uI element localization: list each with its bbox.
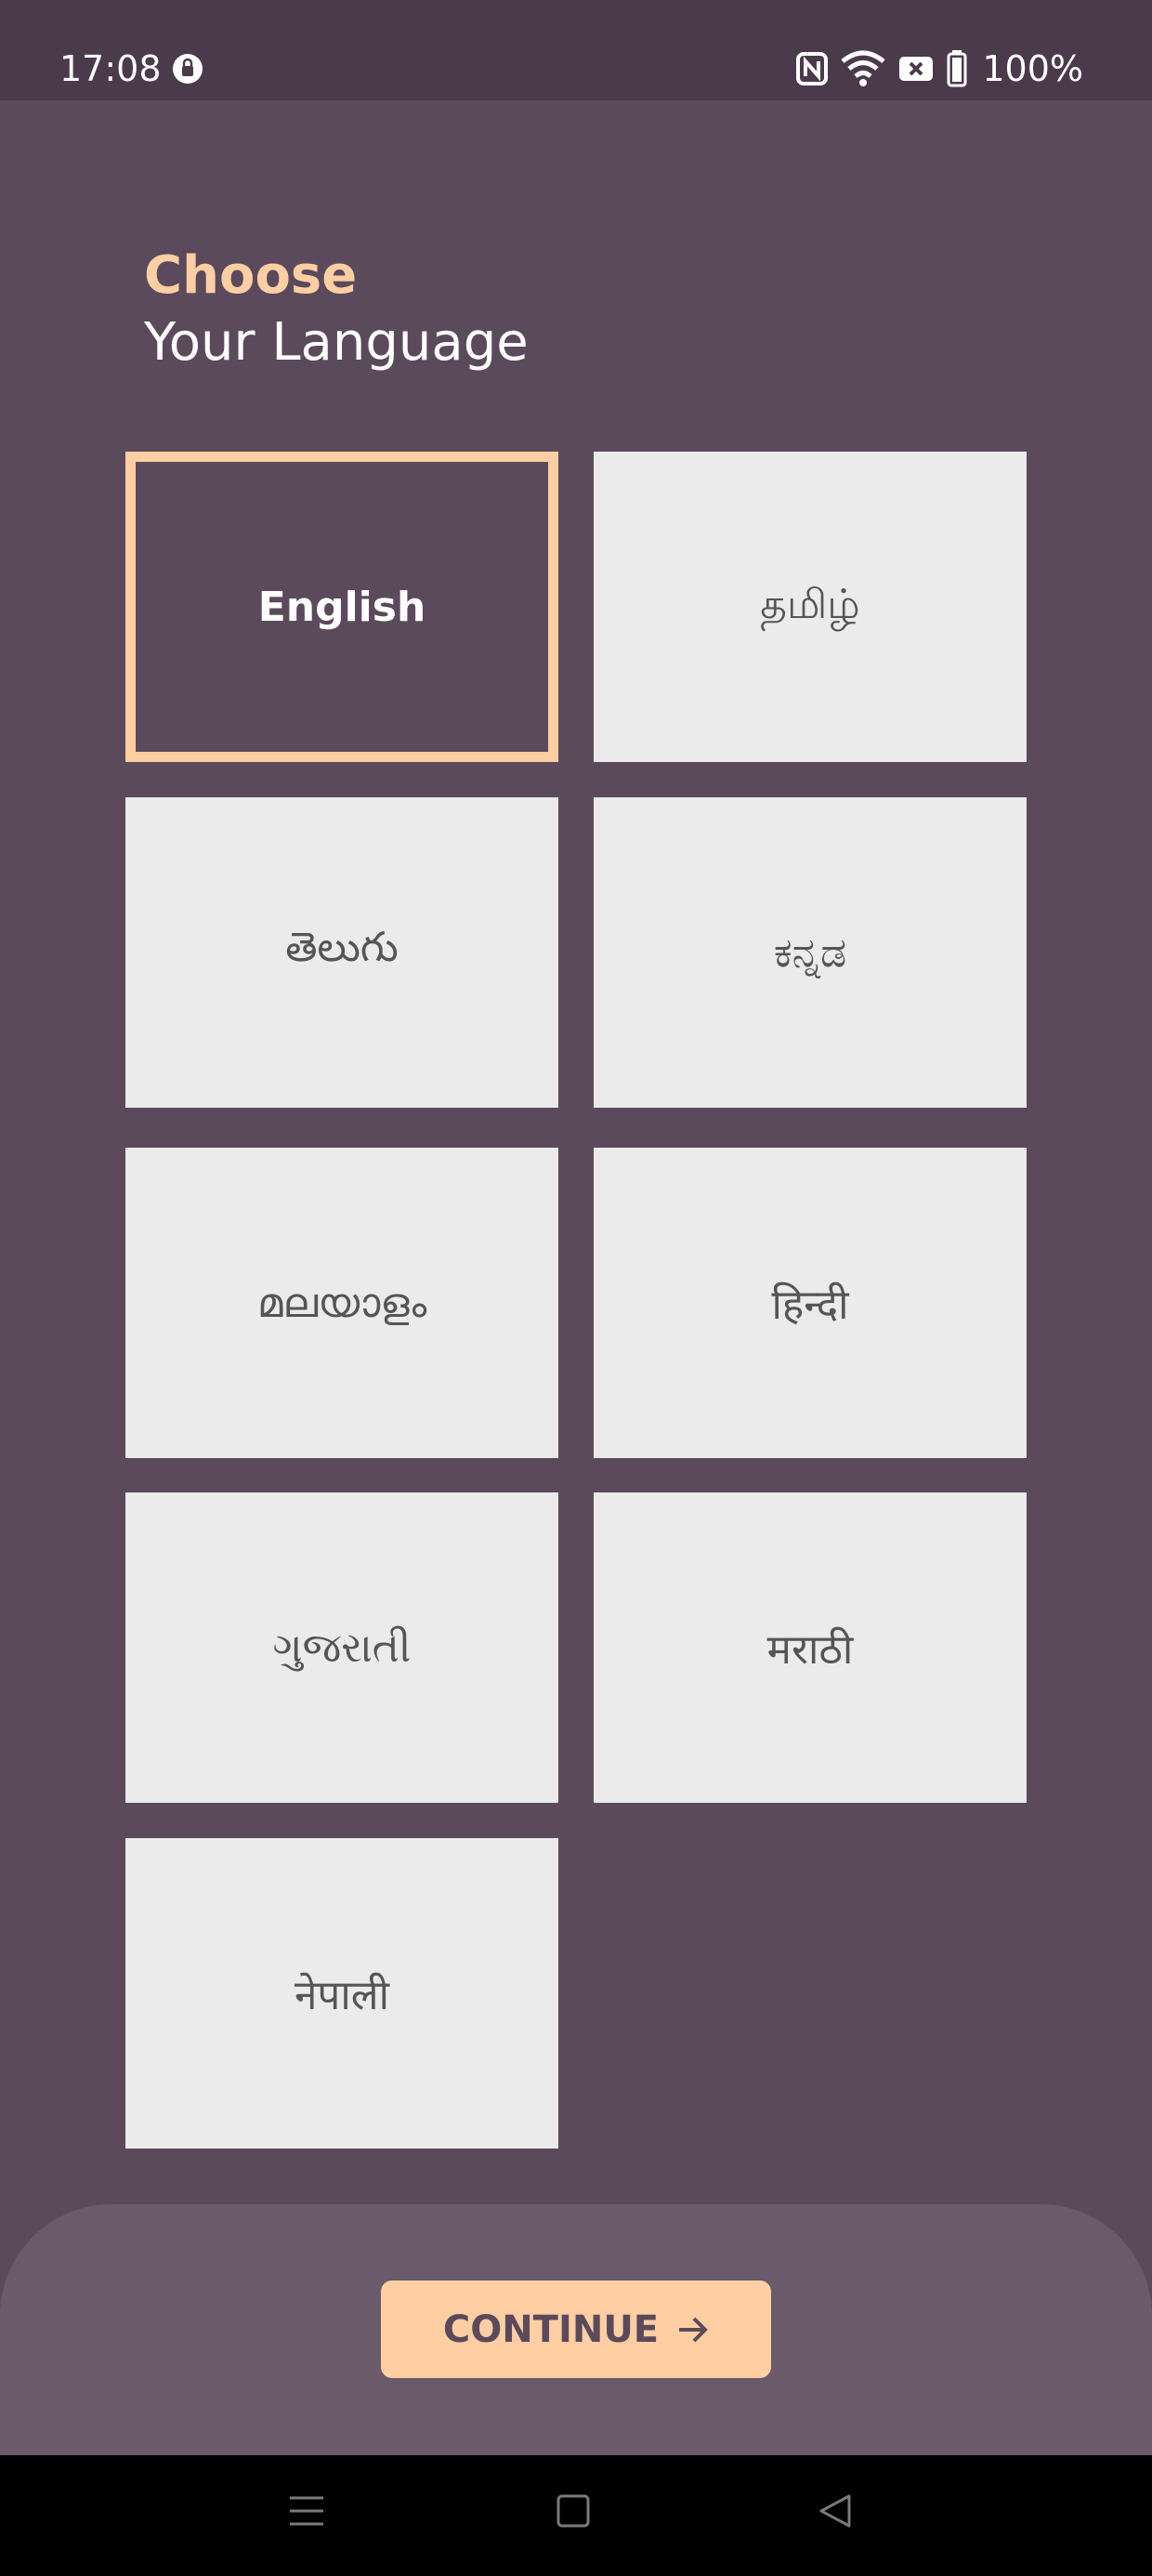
language-option-tamil[interactable]: தமிழ் (594, 452, 1027, 762)
battery-icon (947, 50, 967, 87)
language-option-gujarati[interactable]: ગુજરાતી (125, 1492, 558, 1803)
language-option-telugu[interactable]: తెలుగు (125, 797, 558, 1108)
notification-icon (173, 54, 203, 84)
language-option-nepali[interactable]: नेपाली (125, 1838, 558, 2149)
language-label: తెలుగు (285, 924, 399, 971)
language-option-kannada[interactable]: ಕನ್ನಡ (594, 797, 1027, 1108)
system-navigation-bar (0, 2455, 1152, 2576)
continue-label: CONTINUE (442, 2307, 660, 2351)
language-label: ગુજરાતી (272, 1623, 412, 1672)
battery-percentage: 100% (982, 48, 1083, 89)
language-label: தமிழ் (760, 580, 860, 628)
back-icon[interactable] (818, 2492, 853, 2530)
no-sim-icon (899, 57, 934, 81)
language-label: ಕನ್ನಡ (773, 928, 847, 977)
language-label: മലയാളം (256, 1279, 427, 1327)
title-line-your-language: Your Language (144, 312, 529, 373)
language-option-hindi[interactable]: हिन्दी (594, 1148, 1027, 1458)
language-label: मराठी (766, 1626, 854, 1674)
wifi-icon (841, 50, 885, 86)
arrow-right-icon (679, 2317, 708, 2342)
language-option-malayalam[interactable]: മലയാളം (125, 1148, 558, 1458)
language-label: हिन्दी (771, 1281, 849, 1329)
page-title: Choose Your Language (144, 243, 529, 375)
status-icons: 100% (796, 46, 1083, 91)
status-time: 17:08 (59, 48, 162, 89)
continue-button[interactable]: CONTINUE (381, 2280, 771, 2378)
home-icon[interactable] (556, 2492, 591, 2530)
nfc-icon (796, 52, 829, 85)
language-label: नेपाली (294, 1972, 390, 2019)
title-line-choose: Choose (144, 245, 358, 306)
status-bar: 17:08 100% (0, 0, 1152, 100)
language-option-marathi[interactable]: मराठी (594, 1492, 1027, 1803)
language-label: English (257, 583, 426, 631)
language-option-english[interactable]: English (125, 452, 558, 762)
recent-apps-icon[interactable] (288, 2492, 325, 2530)
